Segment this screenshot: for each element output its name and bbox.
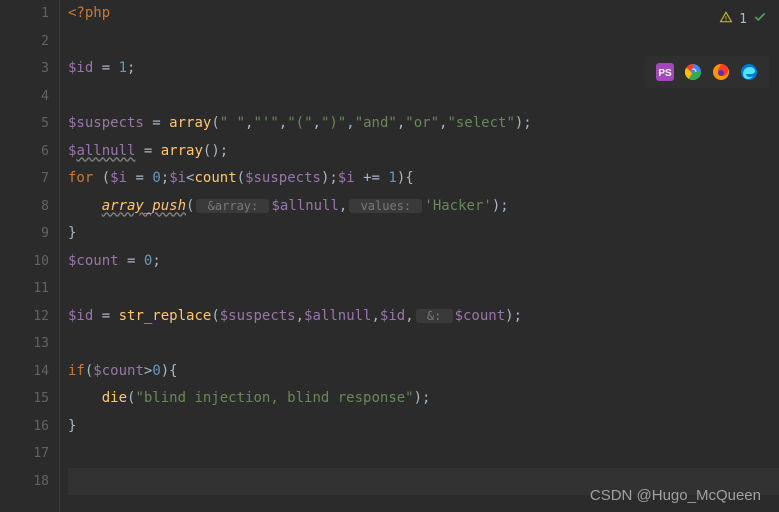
gutter: 1 2 3 4 5 6 7 8 9 10 11 12 13 14 15 16 1… — [0, 0, 60, 512]
line-number: 1 — [0, 0, 49, 28]
line-number: 11 — [0, 275, 49, 303]
watermark: CSDN @Hugo_McQueen — [590, 487, 761, 504]
line-number: 12 — [0, 303, 49, 331]
code-line-2[interactable] — [68, 28, 779, 56]
code-line-9[interactable]: } — [68, 220, 779, 248]
warning-icon — [719, 10, 733, 28]
code-line-1[interactable]: <?php — [68, 0, 779, 28]
function: die — [102, 390, 127, 406]
code-line-11[interactable] — [68, 275, 779, 303]
line-number: 3 — [0, 55, 49, 83]
variable: $suspects — [68, 115, 144, 131]
keyword-for: for — [68, 170, 93, 186]
code-line-14[interactable]: if($count>0){ — [68, 358, 779, 386]
function: str_replace — [119, 308, 212, 324]
check-icon — [753, 10, 767, 28]
line-number: 18 — [0, 468, 49, 496]
code-line-10[interactable]: $count = 0; — [68, 248, 779, 276]
code-line-12[interactable]: $id = str_replace($suspects,$allnull,$id… — [68, 303, 779, 331]
inspection-status[interactable]: 1 — [719, 10, 767, 28]
phpstorm-icon[interactable]: PS — [655, 62, 675, 82]
line-number: 16 — [0, 413, 49, 441]
param-hint: &: — [416, 309, 453, 323]
line-number: 4 — [0, 83, 49, 111]
edge-icon[interactable] — [739, 62, 759, 82]
code-line-15[interactable]: die("blind injection, blind response"); — [68, 385, 779, 413]
browser-preview-bar: PS — [645, 56, 769, 88]
code-line-5[interactable]: $suspects = array(" ","'","(",")","and",… — [68, 110, 779, 138]
line-number: 6 — [0, 138, 49, 166]
variable-warn: allnull — [76, 143, 135, 159]
param-hint: &array: — [196, 199, 269, 213]
code-line-7[interactable]: for ($i = 0;$i<count($suspects);$i += 1)… — [68, 165, 779, 193]
param-hint: values: — [349, 199, 422, 213]
firefox-icon[interactable] — [711, 62, 731, 82]
code-line-8[interactable]: array_push( &array: $allnull, values: 'H… — [68, 193, 779, 221]
line-number: 8 — [0, 193, 49, 221]
line-number: 5 — [0, 110, 49, 138]
code-line-13[interactable] — [68, 330, 779, 358]
function: array — [169, 115, 211, 131]
php-open-tag: <?php — [68, 5, 110, 21]
warning-count: 1 — [739, 12, 747, 27]
code-line-17[interactable] — [68, 440, 779, 468]
line-number: 2 — [0, 28, 49, 56]
keyword-if: if — [68, 363, 85, 379]
line-number: 14 — [0, 358, 49, 386]
line-number: 9 — [0, 220, 49, 248]
function: array — [161, 143, 203, 159]
code-line-6[interactable]: $allnull = array(); — [68, 138, 779, 166]
chrome-icon[interactable] — [683, 62, 703, 82]
line-number: 13 — [0, 330, 49, 358]
variable: $id — [68, 60, 93, 76]
function: array_push — [102, 198, 186, 214]
number: 1 — [119, 60, 127, 76]
code-line-16[interactable]: } — [68, 413, 779, 441]
line-number: 7 — [0, 165, 49, 193]
line-number: 17 — [0, 440, 49, 468]
svg-text:PS: PS — [658, 68, 672, 79]
line-number: 10 — [0, 248, 49, 276]
function: count — [194, 170, 236, 186]
line-number: 15 — [0, 385, 49, 413]
